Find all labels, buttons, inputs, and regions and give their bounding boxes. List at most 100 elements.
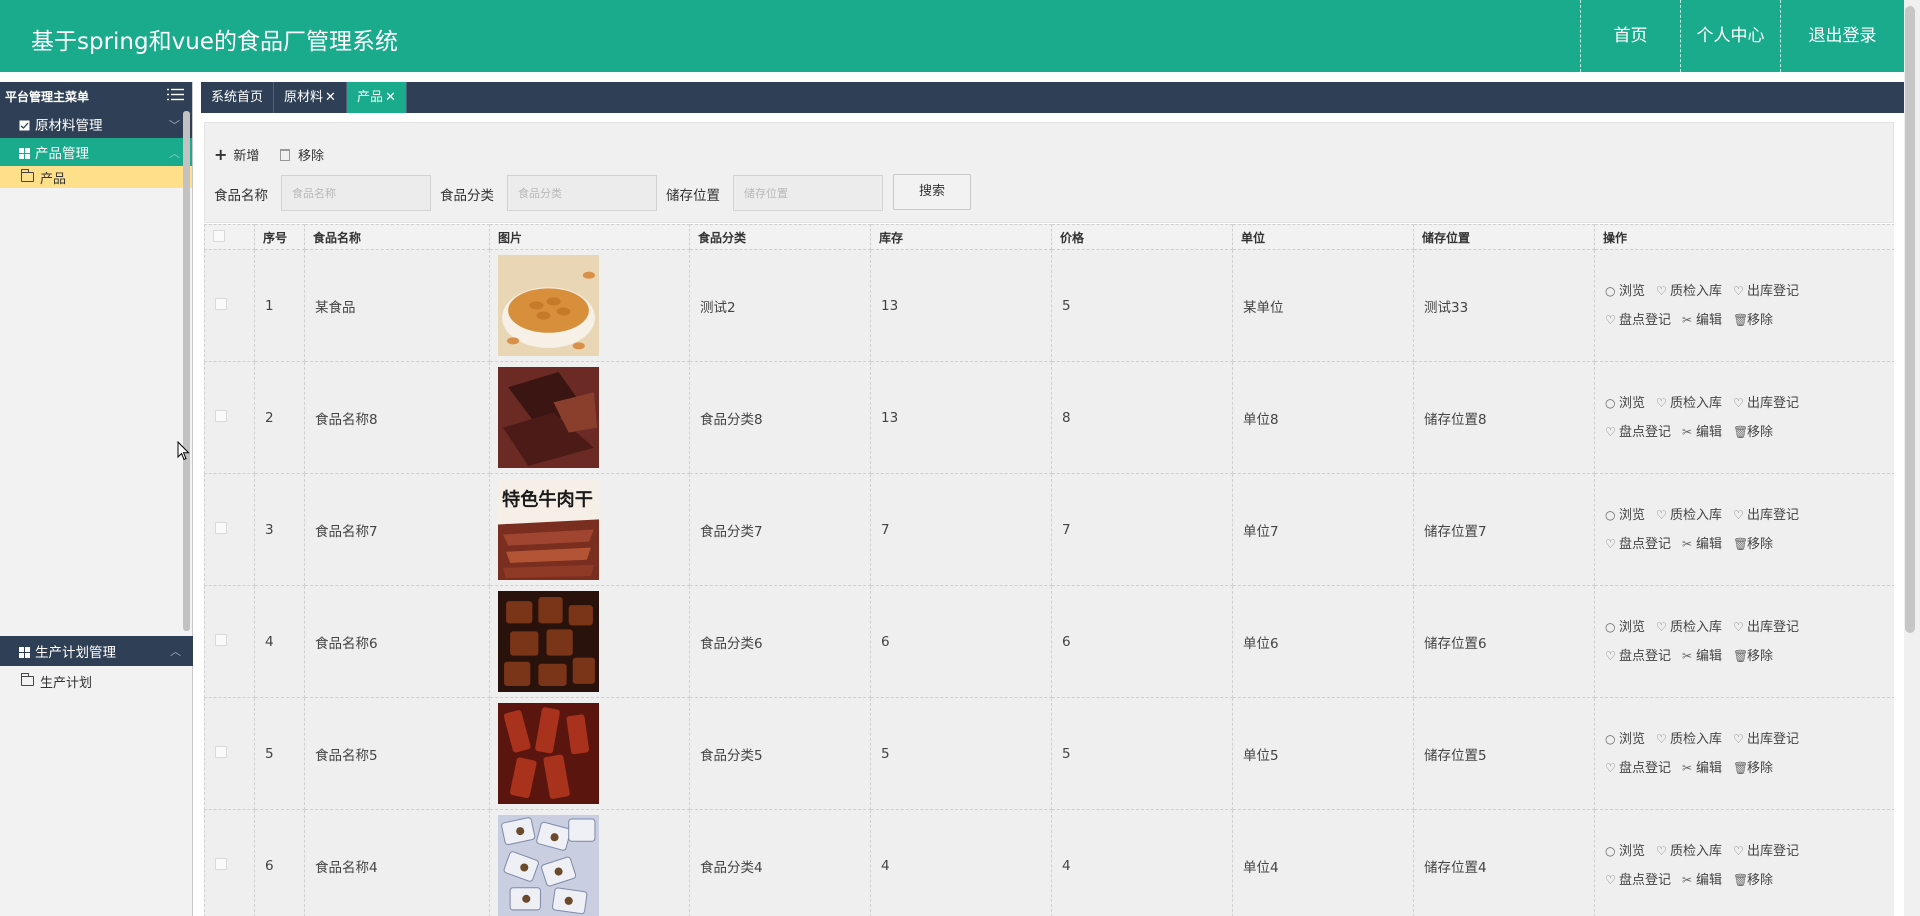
- quality-check-in-button[interactable]: ♡ 质检入库: [1656, 837, 1722, 866]
- outbound-register-button[interactable]: ♡ 出库登记: [1733, 389, 1799, 418]
- edit-button[interactable]: ✂ 编辑: [1682, 306, 1722, 335]
- inventory-check-button[interactable]: ♡ 盘点登记: [1605, 642, 1671, 671]
- edit-button[interactable]: ✂ 编辑: [1682, 530, 1722, 559]
- row-select-cell[interactable]: [204, 809, 255, 916]
- cell-image: [489, 697, 690, 810]
- heart-icon: ♡: [1605, 648, 1616, 663]
- row-checkbox[interactable]: [215, 633, 227, 646]
- search-icon: ○: [1605, 731, 1616, 746]
- remove-button[interactable]: 🗑移除: [1733, 866, 1773, 895]
- tab-products[interactable]: 产品 ✕: [346, 82, 407, 113]
- tab-label: 产品: [356, 90, 383, 105]
- search-button[interactable]: 搜索: [893, 174, 971, 210]
- action-label: 浏览: [1619, 395, 1646, 411]
- quality-check-in-button[interactable]: ♡ 质检入库: [1656, 725, 1722, 754]
- cell-unit: 单位6: [1232, 585, 1414, 698]
- view-button[interactable]: ○ 浏览: [1605, 725, 1645, 754]
- remove-button[interactable]: 🗑移除: [1733, 418, 1773, 447]
- food-category-input[interactable]: [507, 175, 657, 211]
- remove-button[interactable]: 🗑移除: [1733, 642, 1773, 671]
- scissors-icon: ✂: [1682, 536, 1693, 551]
- nav-logout[interactable]: 退出登录: [1780, 0, 1904, 72]
- view-button[interactable]: ○ 浏览: [1605, 837, 1645, 866]
- storage-location-input[interactable]: [733, 175, 883, 211]
- row-checkbox[interactable]: [215, 409, 227, 422]
- remove-button[interactable]: 🗑移除: [1733, 306, 1773, 335]
- cell-image: [489, 585, 690, 698]
- sidebar-item-production-plan[interactable]: 生产计划: [0, 666, 193, 696]
- cell-image: [489, 361, 690, 474]
- row-select-cell[interactable]: [204, 697, 255, 810]
- select-all-cell[interactable]: [204, 224, 255, 250]
- row-checkbox[interactable]: [215, 297, 227, 310]
- select-all-checkbox[interactable]: [213, 229, 225, 242]
- cell-price: 8: [1051, 361, 1233, 474]
- cell-actions: ○ 浏览 ♡ 质检入库 ♡ 出库登记 ♡ 盘点登记 ✂ 编辑 🗑移除: [1594, 585, 1894, 698]
- trash-icon: 🗑: [1733, 872, 1749, 887]
- view-button[interactable]: ○ 浏览: [1605, 389, 1645, 418]
- edit-button[interactable]: ✂ 编辑: [1682, 418, 1722, 447]
- action-label: 编辑: [1696, 312, 1723, 328]
- row-select-cell[interactable]: [204, 361, 255, 474]
- cell-location: 储存位置8: [1413, 361, 1595, 474]
- food-name-input[interactable]: [281, 175, 431, 211]
- row-checkbox[interactable]: [215, 857, 227, 870]
- outbound-register-button[interactable]: ♡ 出库登记: [1733, 277, 1799, 306]
- inventory-check-button[interactable]: ♡ 盘点登记: [1605, 306, 1671, 335]
- sidebar-group-materials[interactable]: 原材料管理 ﹀: [0, 110, 192, 138]
- action-label: 浏览: [1619, 843, 1646, 859]
- edit-button[interactable]: ✂ 编辑: [1682, 754, 1722, 783]
- row-select-cell[interactable]: [204, 585, 255, 698]
- sidebar-item-product[interactable]: 产品: [0, 166, 192, 188]
- remove-button[interactable]: 🗑移除: [1733, 530, 1773, 559]
- inventory-check-button[interactable]: ♡ 盘点登记: [1605, 754, 1671, 783]
- close-icon[interactable]: ✕: [385, 90, 396, 105]
- row-select-cell[interactable]: [204, 473, 255, 586]
- inventory-check-button[interactable]: ♡ 盘点登记: [1605, 530, 1671, 559]
- row-select-cell[interactable]: [204, 249, 255, 362]
- remove-label: 移除: [298, 149, 325, 164]
- tab-bar: 系统首页 原材料 ✕ 产品 ✕: [201, 82, 1904, 113]
- nav-home[interactable]: 首页: [1580, 0, 1680, 72]
- cell-price: 4: [1051, 809, 1233, 916]
- tab-materials[interactable]: 原材料 ✕: [274, 82, 347, 113]
- remove-button[interactable]: 移除: [280, 145, 324, 164]
- outbound-register-button[interactable]: ♡ 出库登记: [1733, 725, 1799, 754]
- outbound-register-button[interactable]: ♡ 出库登记: [1733, 613, 1799, 642]
- scissors-icon: ✂: [1682, 760, 1693, 775]
- quality-check-in-button[interactable]: ♡ 质检入库: [1656, 277, 1722, 306]
- sidebar-scrollbar[interactable]: [183, 111, 190, 631]
- edit-button[interactable]: ✂ 编辑: [1682, 866, 1722, 895]
- sidebar-group-products[interactable]: 产品管理 ︿: [0, 138, 192, 166]
- cell-stock: 7: [870, 473, 1052, 586]
- inventory-check-button[interactable]: ♡ 盘点登记: [1605, 866, 1671, 895]
- inventory-check-button[interactable]: ♡ 盘点登记: [1605, 418, 1671, 447]
- cell-food-name: 食品名称4: [304, 809, 490, 916]
- outbound-register-button[interactable]: ♡ 出库登记: [1733, 501, 1799, 530]
- cell-stock: 4: [870, 809, 1052, 916]
- nav-profile[interactable]: 个人中心: [1680, 0, 1780, 72]
- quality-check-in-button[interactable]: ♡ 质检入库: [1656, 501, 1722, 530]
- heart-icon: ♡: [1605, 872, 1616, 887]
- row-checkbox[interactable]: [215, 521, 227, 534]
- add-button[interactable]: + 新增: [214, 145, 259, 164]
- action-label: 移除: [1747, 648, 1774, 664]
- page-scrollbar-thumb[interactable]: [1905, 6, 1915, 633]
- column-header: 食品名称: [304, 224, 490, 250]
- view-button[interactable]: ○ 浏览: [1605, 277, 1645, 306]
- sidebar-group-production[interactable]: 生产计划管理 ︿: [0, 636, 193, 666]
- edit-button[interactable]: ✂ 编辑: [1682, 642, 1722, 671]
- remove-button[interactable]: 🗑移除: [1733, 754, 1773, 783]
- outbound-register-button[interactable]: ♡ 出库登记: [1733, 837, 1799, 866]
- tab-home[interactable]: 系统首页: [201, 82, 275, 113]
- quality-check-in-button[interactable]: ♡ 质检入库: [1656, 389, 1722, 418]
- cell-image: [489, 809, 690, 916]
- view-button[interactable]: ○ 浏览: [1605, 501, 1645, 530]
- row-checkbox[interactable]: [215, 745, 227, 758]
- quality-check-in-button[interactable]: ♡ 质检入库: [1656, 613, 1722, 642]
- top-nav: 首页 个人中心 退出登录: [1580, 0, 1904, 72]
- view-button[interactable]: ○ 浏览: [1605, 613, 1645, 642]
- menu-toggle-icon[interactable]: [167, 88, 184, 104]
- close-icon[interactable]: ✕: [325, 90, 336, 105]
- page-scrollbar[interactable]: [1904, 0, 1920, 916]
